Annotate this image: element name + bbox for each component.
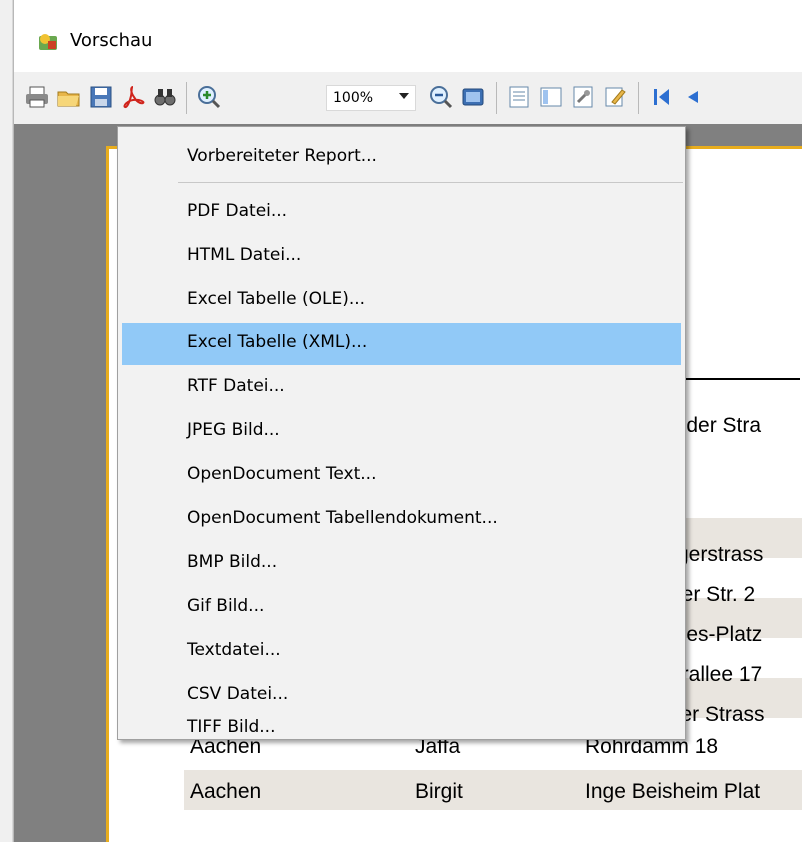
open-icon[interactable] bbox=[54, 82, 84, 112]
menu-item-csv[interactable]: CSV Datei... bbox=[122, 675, 681, 717]
menu-item-excel-ole[interactable]: Excel Tabelle (OLE)... bbox=[122, 280, 681, 322]
menu-item-gif[interactable]: Gif Bild... bbox=[122, 587, 681, 629]
toolbar-separator bbox=[186, 82, 187, 114]
edit-icon[interactable] bbox=[600, 82, 630, 112]
app-icon bbox=[39, 34, 57, 50]
zoom-in-icon[interactable] bbox=[194, 82, 224, 112]
pdf-icon[interactable] bbox=[118, 82, 148, 112]
menu-item-label: TIFF Bild... bbox=[187, 717, 276, 737]
menu-separator bbox=[178, 182, 683, 183]
zoom-out-icon[interactable] bbox=[426, 82, 456, 112]
save-icon[interactable] bbox=[86, 82, 116, 112]
chevron-down-icon bbox=[399, 93, 409, 99]
menu-item-label: Excel Tabelle (XML)... bbox=[187, 332, 368, 352]
menu-item-label: OpenDocument Tabellendokument... bbox=[187, 508, 498, 528]
menu-item-html[interactable]: HTML Datei... bbox=[122, 236, 681, 278]
report-cell: Inge Beisheim Plat bbox=[585, 780, 761, 803]
first-page-icon[interactable] bbox=[646, 82, 676, 112]
export-menu: Vorbereiteter Report... PDF Datei... HTM… bbox=[117, 126, 686, 740]
menu-item-label: Vorbereiteter Report... bbox=[187, 146, 377, 166]
previous-page-icon[interactable] bbox=[678, 82, 708, 112]
thumbnails-icon[interactable] bbox=[536, 82, 566, 112]
menu-item-label: Textdatei... bbox=[187, 640, 281, 660]
menu-item-label: OpenDocument Text... bbox=[187, 464, 377, 484]
menu-item-ods[interactable]: OpenDocument Tabellendokument... bbox=[122, 499, 681, 541]
menu-item-label: JPEG Bild... bbox=[187, 420, 280, 440]
report-cell: Birgit bbox=[415, 780, 463, 803]
menu-item-jpeg[interactable]: JPEG Bild... bbox=[122, 411, 681, 453]
menu-item-label: CSV Datei... bbox=[187, 684, 289, 704]
outline-icon[interactable] bbox=[504, 82, 534, 112]
page-settings-icon[interactable] bbox=[568, 82, 598, 112]
menu-item-rtf[interactable]: RTF Datei... bbox=[122, 367, 681, 409]
zoom-dropdown[interactable]: 100% bbox=[326, 85, 416, 111]
menu-item-prepared-report[interactable]: Vorbereiteter Report... bbox=[122, 137, 681, 179]
toolbar-separator bbox=[496, 82, 497, 114]
background-app-edge bbox=[0, 0, 13, 842]
menu-item-pdf[interactable]: PDF Datei... bbox=[122, 192, 681, 234]
menu-item-label: Excel Tabelle (OLE)... bbox=[187, 289, 366, 309]
menu-item-tiff[interactable]: TIFF Bild... bbox=[122, 715, 681, 737]
menu-item-bmp[interactable]: BMP Bild... bbox=[122, 543, 681, 585]
report-cell: Aachen bbox=[190, 780, 262, 803]
page-width-icon[interactable] bbox=[458, 82, 488, 112]
menu-item-label: HTML Datei... bbox=[187, 245, 302, 265]
menu-item-label: BMP Bild... bbox=[187, 552, 278, 572]
toolbar-separator bbox=[638, 82, 639, 114]
menu-item-label: RTF Datei... bbox=[187, 376, 285, 396]
find-icon[interactable] bbox=[150, 82, 180, 112]
menu-item-label: Gif Bild... bbox=[187, 596, 265, 616]
toolbar: 100% bbox=[14, 74, 802, 124]
menu-item-odt[interactable]: OpenDocument Text... bbox=[122, 455, 681, 497]
window-title: Vorschau bbox=[70, 30, 153, 51]
title-bar: Vorschau bbox=[14, 0, 802, 72]
print-icon[interactable] bbox=[22, 82, 52, 112]
menu-item-label: PDF Datei... bbox=[187, 201, 288, 221]
menu-item-text[interactable]: Textdatei... bbox=[122, 631, 681, 673]
zoom-value: 100% bbox=[333, 90, 374, 106]
menu-item-excel-xml[interactable]: Excel Tabelle (XML)... bbox=[122, 323, 681, 365]
